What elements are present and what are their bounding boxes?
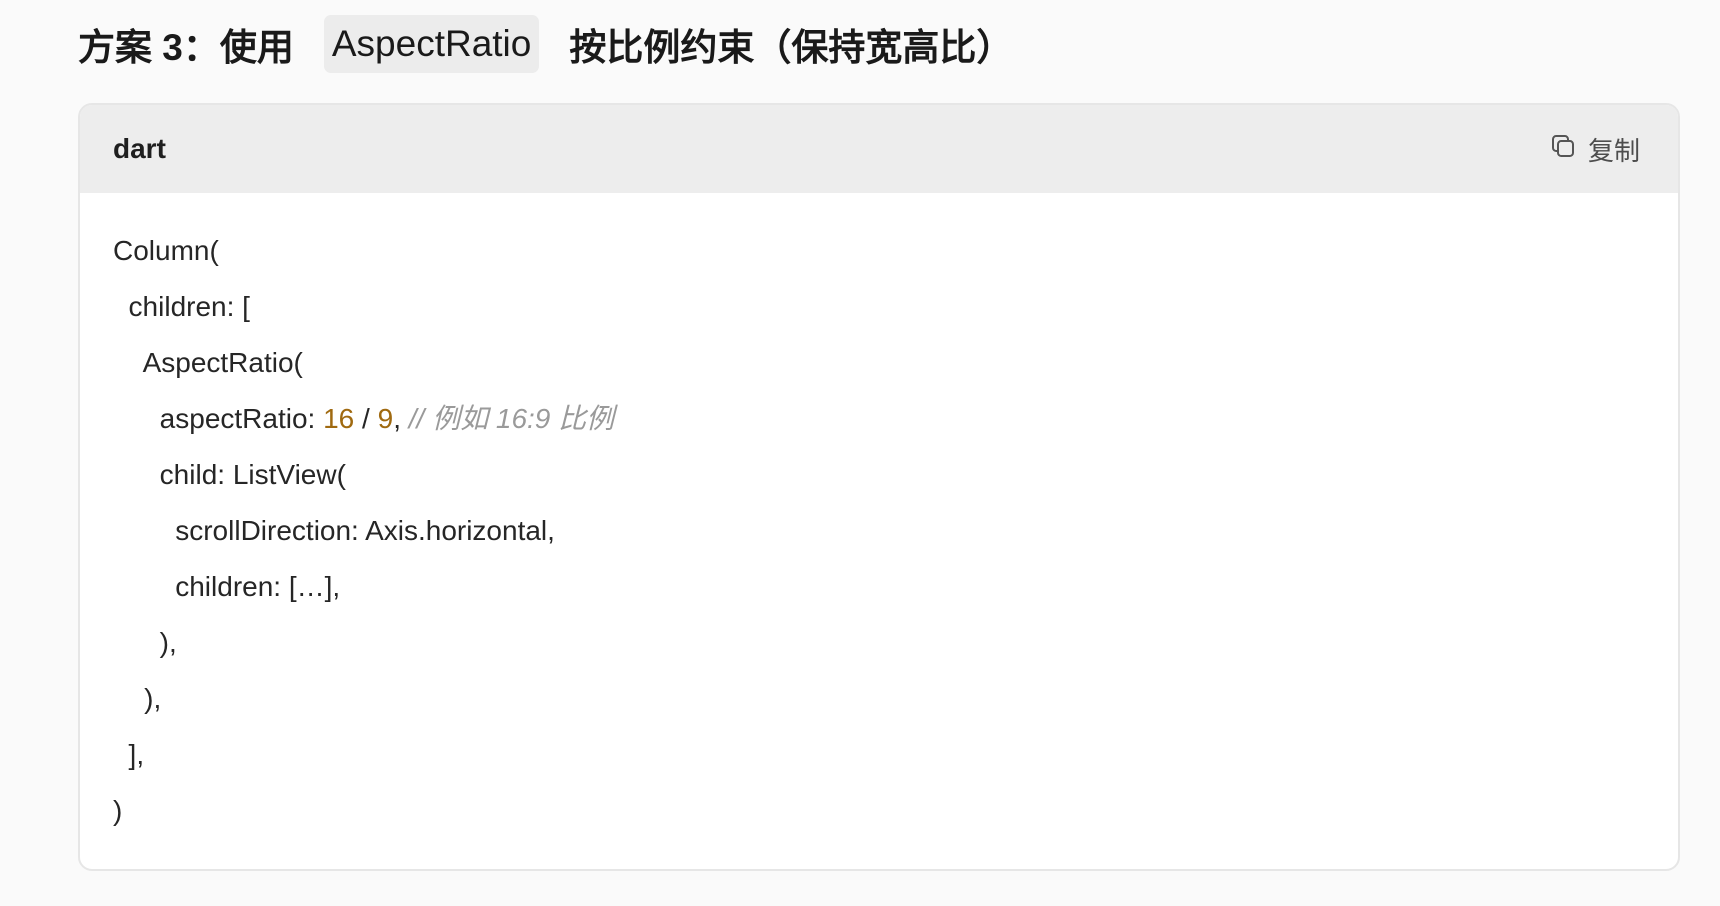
code-body: Column( children: [ AspectRatio( aspectR…: [80, 193, 1678, 839]
code-block-header: dart 复制: [80, 105, 1678, 193]
code-line: ],: [113, 739, 145, 770]
heading-inline-code: AspectRatio: [323, 15, 540, 73]
code-text: ,: [393, 403, 409, 434]
code-language-label: dart: [113, 133, 166, 164]
page: 方案 3：使用 AspectRatio 按比例约束（保持宽高比） dart 复制…: [0, 0, 1720, 906]
code-text: /: [354, 403, 378, 434]
copy-button-label: 复制: [1587, 135, 1640, 166]
code-line: scrollDirection: Axis.horizontal,: [113, 515, 555, 546]
code-line: children: [: [113, 291, 250, 322]
code-text: aspectRatio:: [113, 403, 324, 434]
code-line: children: […],: [113, 571, 341, 602]
section-heading: 方案 3：使用 AspectRatio 按比例约束（保持宽高比）: [78, 14, 1013, 74]
code-number: 9: [377, 403, 394, 434]
code-comment: // 例如 16:9 比例: [408, 403, 615, 434]
heading-suffix: 按比例约束（保持宽高比）: [569, 27, 1014, 68]
code-block: dart 复制 Column( children: [ AspectRatio(…: [78, 103, 1680, 871]
code-number: 16: [323, 403, 355, 434]
code-line: AspectRatio(: [113, 347, 303, 378]
code-line: Column(: [113, 235, 219, 266]
code-line: ): [113, 795, 123, 826]
copy-icon: [1548, 131, 1578, 168]
code-line: child: ListView(: [113, 459, 346, 490]
code-line: ),: [113, 683, 162, 714]
code-line: ),: [113, 627, 177, 658]
copy-button[interactable]: 复制: [1548, 131, 1640, 168]
code-line: aspectRatio: 16 / 9, // 例如 16:9 比例: [113, 391, 1678, 447]
heading-prefix: 方案 3：使用: [78, 27, 294, 68]
